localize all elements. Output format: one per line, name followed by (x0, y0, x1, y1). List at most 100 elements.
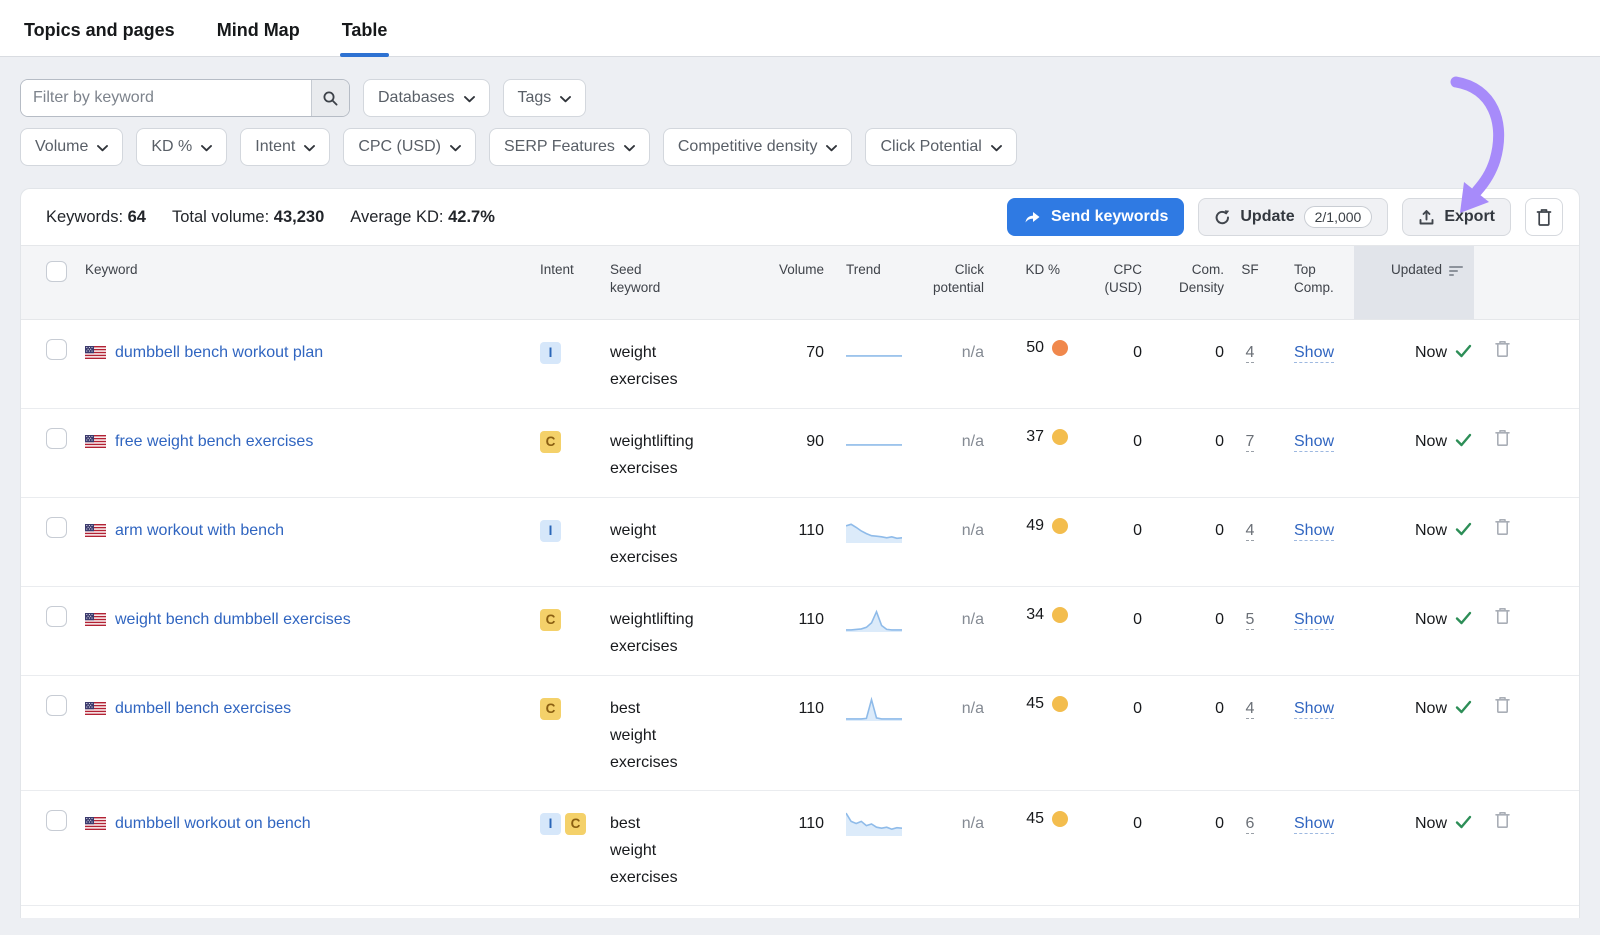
keyword-link[interactable]: dumbell bench exercises (115, 695, 291, 722)
kd-filter-label: KD % (151, 138, 192, 156)
row-checkbox[interactable] (46, 339, 67, 360)
row-checkbox[interactable] (46, 517, 67, 538)
show-top-competitors-link[interactable]: Show (1294, 433, 1334, 452)
intent-badges: IC (540, 791, 610, 905)
delete-row-button[interactable] (1474, 676, 1530, 790)
row-checkbox[interactable] (46, 695, 67, 716)
kd-value: 37 (1026, 428, 1044, 446)
kd-filter-dropdown[interactable]: KD % (136, 128, 227, 166)
header-top-comp[interactable]: Top Comp. (1276, 246, 1354, 319)
cpc-value: 0 (1068, 409, 1142, 497)
com-density-value: 0 (1142, 587, 1224, 675)
cpc-filter-label: CPC (USD) (358, 138, 441, 156)
chevron-down-icon (991, 145, 1002, 152)
header-com-density[interactable]: Com. Density (1142, 246, 1224, 319)
keyword-link[interactable]: free weight bench exercises (115, 428, 313, 455)
advanced-filters-row: Volume KD % Intent CPC (USD) SERP Featur… (20, 128, 1580, 166)
header-updated-label: Updated (1391, 261, 1442, 279)
tab-topics-and-pages[interactable]: Topics and pages (22, 6, 177, 56)
check-icon (1455, 433, 1472, 447)
header-sf[interactable]: SF (1224, 246, 1276, 319)
intent-filter-dropdown[interactable]: Intent (240, 128, 330, 166)
trash-icon (1495, 811, 1510, 829)
keywords-count: Keywords: 64 (46, 208, 146, 227)
header-kd[interactable]: KD % (984, 246, 1068, 319)
show-top-competitors-link[interactable]: Show (1294, 611, 1334, 630)
sf-count[interactable]: 4 (1246, 344, 1255, 363)
header-trend[interactable]: Trend (824, 246, 924, 319)
sf-count[interactable]: 4 (1246, 522, 1255, 541)
check-icon (1455, 344, 1472, 358)
trash-icon (1495, 696, 1510, 714)
updated-value: Now (1415, 428, 1447, 455)
databases-dropdown[interactable]: Databases (363, 79, 490, 117)
com-density-value: 0 (1142, 676, 1224, 790)
tab-table[interactable]: Table (340, 6, 390, 56)
update-button[interactable]: Update 2/1,000 (1198, 198, 1388, 236)
intent-badge-c: C (540, 609, 561, 631)
sf-count[interactable]: 4 (1246, 700, 1255, 719)
volume-filter-label: Volume (35, 138, 88, 156)
export-button[interactable]: Export (1402, 198, 1511, 236)
tab-mind-map[interactable]: Mind Map (215, 6, 302, 56)
trend-sparkline (824, 320, 924, 408)
serp-features-filter-dropdown[interactable]: SERP Features (489, 128, 650, 166)
show-top-competitors-link[interactable]: Show (1294, 344, 1334, 363)
delete-row-button[interactable] (1474, 791, 1530, 905)
cpc-filter-dropdown[interactable]: CPC (USD) (343, 128, 476, 166)
kd-value-group: 37 (984, 409, 1068, 446)
keyword-link[interactable]: weight bench dumbbell exercises (115, 606, 351, 633)
row-checkbox[interactable] (46, 810, 67, 831)
delete-all-button[interactable] (1525, 198, 1563, 236)
select-all-checkbox[interactable] (46, 261, 67, 282)
keyword-link[interactable]: arm workout with bench (115, 517, 284, 544)
updated-value: Now (1415, 517, 1447, 544)
header-cpc[interactable]: CPC (USD) (1068, 246, 1142, 319)
keyword-link[interactable]: dumbbell bench workout plan (115, 339, 323, 366)
show-top-competitors-link[interactable]: Show (1294, 700, 1334, 719)
kd-dot (1052, 607, 1068, 623)
competitive-density-filter-dropdown[interactable]: Competitive density (663, 128, 853, 166)
delete-row-button[interactable] (1474, 587, 1530, 675)
table-toolbar: Keywords: 64 Total volume: 43,230 Averag… (21, 189, 1579, 245)
sf-count[interactable]: 6 (1246, 815, 1255, 834)
click-potential-filter-dropdown[interactable]: Click Potential (865, 128, 1016, 166)
delete-row-button[interactable] (1474, 409, 1530, 497)
keyword-link[interactable]: dumbbell workout on bench (115, 810, 311, 837)
sf-count[interactable]: 5 (1246, 611, 1255, 630)
header-seed-keyword[interactable]: Seed keyword (610, 246, 758, 319)
send-keywords-button[interactable]: Send keywords (1007, 198, 1184, 236)
keyword-filter-input[interactable] (21, 80, 311, 116)
update-label: Update (1240, 208, 1294, 226)
tags-dropdown[interactable]: Tags (503, 79, 587, 117)
header-updated[interactable]: Updated (1354, 246, 1474, 319)
header-volume[interactable]: Volume (758, 246, 824, 319)
trash-icon (1495, 340, 1510, 358)
show-top-competitors-link[interactable]: Show (1294, 815, 1334, 834)
kd-dot (1052, 696, 1068, 712)
intent-badges: I (540, 498, 610, 586)
sf-count[interactable]: 7 (1246, 433, 1255, 452)
volume-filter-dropdown[interactable]: Volume (20, 128, 123, 166)
export-label: Export (1444, 208, 1495, 226)
header-keyword[interactable]: Keyword (85, 246, 540, 319)
databases-dropdown-label: Databases (378, 89, 455, 107)
header-click-potential[interactable]: Click potential (924, 246, 984, 319)
table-row: weight bench dumbbell exercises C weight… (21, 587, 1579, 676)
chevron-down-icon (624, 145, 635, 152)
row-checkbox[interactable] (46, 428, 67, 449)
search-button[interactable] (311, 80, 349, 116)
chevron-down-icon (201, 145, 212, 152)
delete-row-button[interactable] (1474, 498, 1530, 586)
com-density-value: 0 (1142, 791, 1224, 905)
kd-value: 50 (1026, 339, 1044, 357)
cpc-value: 0 (1068, 320, 1142, 408)
total-volume: Total volume: 43,230 (172, 208, 324, 227)
show-top-competitors-link[interactable]: Show (1294, 522, 1334, 541)
delete-row-button[interactable] (1474, 320, 1530, 408)
check-icon (1455, 815, 1472, 829)
header-intent[interactable]: Intent (540, 246, 610, 319)
send-keywords-label: Send keywords (1051, 208, 1168, 226)
chevron-down-icon (464, 96, 475, 103)
row-checkbox[interactable] (46, 606, 67, 627)
